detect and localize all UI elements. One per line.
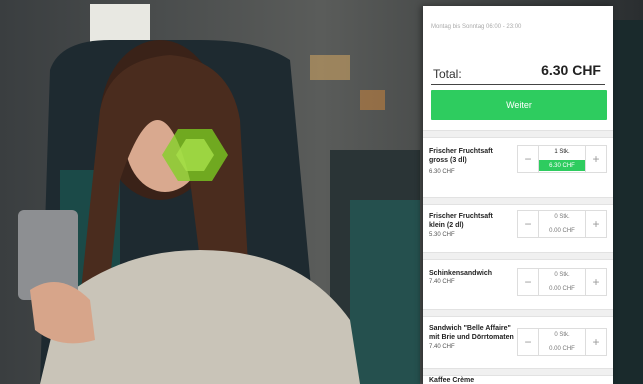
total-row: Total: 6.30 CHF: [431, 58, 605, 85]
quantity-display: 1 Stk. 6.30 CHF: [539, 146, 585, 172]
item-subtotal: 0.00 CHF: [549, 285, 575, 292]
item-name: Frischer Fruchtsaft klein (2 dl): [429, 213, 493, 229]
item-price: 5.30 CHF: [429, 232, 455, 238]
quantity-display: 0 Stk. 0.00 CHF: [539, 269, 585, 295]
quantity-stepper: − 1 Stk. 6.30 CHF +: [517, 145, 607, 173]
total-value: 6.30 CHF: [541, 62, 601, 78]
item-price: 7.40 CHF: [429, 344, 455, 350]
item-subtotal: 0.00 CHF: [549, 345, 575, 352]
decrement-button[interactable]: −: [518, 329, 539, 355]
decrement-button[interactable]: −: [518, 211, 539, 237]
increment-button[interactable]: +: [585, 269, 606, 295]
order-panel: Montag bis Sonntag 06:00 - 23:00 Total: …: [423, 6, 613, 384]
menu-item: Kaffee Crème: [423, 375, 613, 384]
item-quantity: 0 Stk.: [554, 272, 570, 278]
item-subtotal: 0.00 CHF: [549, 227, 575, 234]
quantity-stepper: − 0 Stk. 0.00 CHF +: [517, 210, 607, 238]
increment-button[interactable]: +: [585, 329, 606, 355]
item-quantity: 0 Stk.: [554, 214, 570, 220]
tap-highlight-icon: [162, 129, 228, 181]
item-name: Kaffee Crème: [429, 377, 475, 384]
menu-item: Frischer Fruchtsaft klein (2 dl) 5.30 CH…: [423, 204, 613, 252]
continue-button[interactable]: Weiter: [431, 90, 607, 120]
quantity-display: 0 Stk. 0.00 CHF: [539, 211, 585, 237]
opening-hours-note: Montag bis Sonntag 06:00 - 23:00: [431, 24, 522, 30]
increment-button[interactable]: +: [585, 211, 606, 237]
item-price: 7.40 CHF: [429, 279, 455, 285]
item-name: Sandwich "Belle Affaire" mit Brie und Dö…: [429, 325, 514, 341]
menu-item: Frischer Fruchtsaft gross (3 dl) 6.30 CH…: [423, 137, 613, 197]
item-price: 6.30 CHF: [429, 169, 455, 175]
increment-button[interactable]: +: [585, 146, 606, 172]
decrement-button[interactable]: −: [518, 146, 539, 172]
quantity-stepper: − 0 Stk. 0.00 CHF +: [517, 328, 607, 356]
total-label: Total:: [433, 67, 462, 81]
menu-item: Schinkensandwich 7.40 CHF − 0 Stk. 0.00 …: [423, 259, 613, 309]
quantity-stepper: − 0 Stk. 0.00 CHF +: [517, 268, 607, 296]
item-subtotal: 6.30 CHF: [539, 160, 585, 171]
quantity-display: 0 Stk. 0.00 CHF: [539, 329, 585, 355]
item-name: Frischer Fruchtsaft gross (3 dl): [429, 148, 493, 164]
item-quantity: 0 Stk.: [554, 332, 570, 338]
item-name: Schinkensandwich: [429, 270, 493, 277]
screen: Montag bis Sonntag 06:00 - 23:00 Total: …: [0, 0, 643, 384]
decrement-button[interactable]: −: [518, 269, 539, 295]
item-quantity: 1 Stk.: [554, 149, 570, 155]
menu-item: Sandwich "Belle Affaire" mit Brie und Dö…: [423, 316, 613, 368]
